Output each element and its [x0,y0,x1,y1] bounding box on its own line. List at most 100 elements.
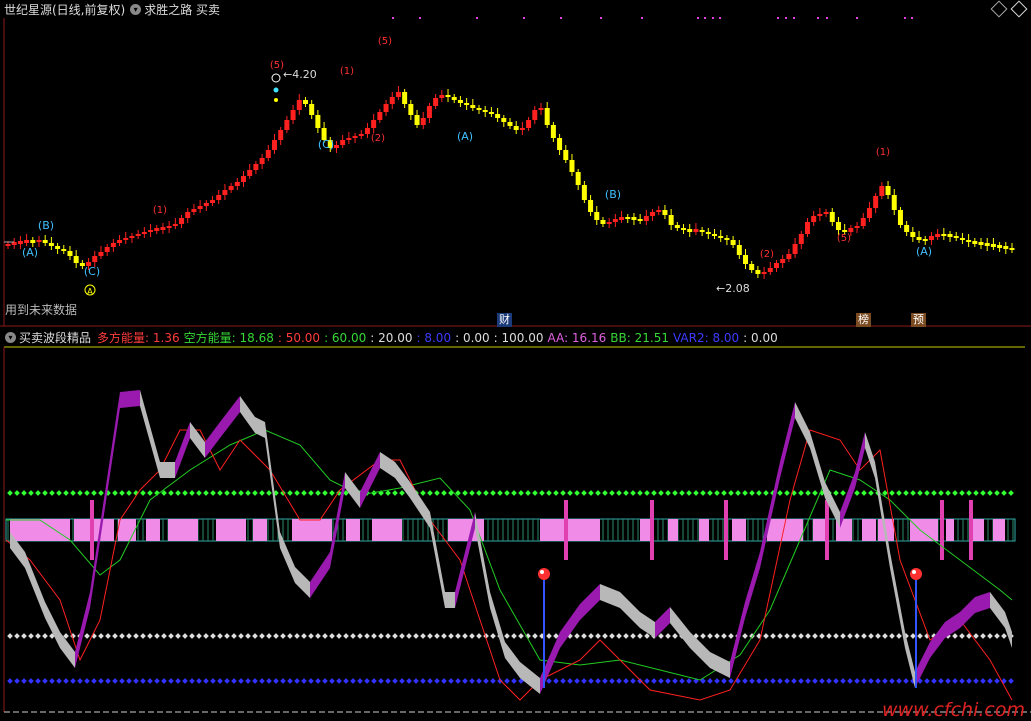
level-8-line [749,678,755,684]
signal-spike [564,500,568,560]
level-60-line [63,490,69,496]
signal-band-pink [910,519,938,541]
level-20-line [322,633,328,639]
level-60-line [518,490,524,496]
level-60-line [385,490,391,496]
level-8-line [784,678,790,684]
level-60-line [973,490,979,496]
level-60-line [490,490,496,496]
oscillator-ribbon-segment [295,567,310,598]
level-60-line [301,490,307,496]
level-8-line [84,678,90,684]
level-60-line [616,490,622,496]
level-20-line [602,633,608,639]
level-8-line [616,678,622,684]
oscillator-ribbon-segment [710,652,730,678]
buy-signal-pin-head [910,568,922,580]
level-20-line [203,633,209,639]
level-60-line [889,490,895,496]
level-20-line [252,633,258,639]
level-60-line [840,490,846,496]
level-8-line [203,678,209,684]
level-20-line [189,633,195,639]
level-60-line [315,490,321,496]
level-8-line [476,678,482,684]
level-8-line [1008,678,1014,684]
level-8-line [952,678,958,684]
level-8-line [119,678,125,684]
oscillator-ribbon-segment [505,642,520,678]
signal-spike [90,500,94,560]
level-60-line [497,490,503,496]
level-60-line [294,490,300,496]
level-8-line [770,678,776,684]
level-20-line [462,633,468,639]
level-60-line [182,490,188,496]
level-60-line [938,490,944,496]
level-60-line [952,490,958,496]
level-20-line [126,633,132,639]
indicator-chart[interactable] [0,0,1031,719]
level-8-line [462,678,468,684]
level-20-line [805,633,811,639]
level-8-line [385,678,391,684]
level-8-line [455,678,461,684]
buy-signal-pin-shine [912,570,916,574]
level-20-line [42,633,48,639]
oscillator-ribbon-segment [490,592,505,658]
level-8-line [371,678,377,684]
level-20-line [819,633,825,639]
level-8-line [105,678,111,684]
oscillator-ribbon-segment [25,552,45,618]
level-20-line [14,633,20,639]
level-20-line [441,633,447,639]
level-60-line [581,490,587,496]
oscillator-ribbon-segment [670,607,690,648]
level-20-line [665,633,671,639]
level-8-line [588,678,594,684]
level-60-line [763,490,769,496]
level-8-line [938,678,944,684]
signal-band-pink [216,519,246,541]
level-8-line [602,678,608,684]
oscillator-ribbon-segment [45,602,60,648]
level-8-line [672,678,678,684]
level-8-line [308,678,314,684]
level-8-line [812,678,818,684]
level-8-line [994,678,1000,684]
level-60-line [259,490,265,496]
level-60-line [231,490,237,496]
oscillator-ribbon-segment [810,432,825,498]
signal-band-pink [813,519,827,541]
level-20-line [490,633,496,639]
level-8-line [224,678,230,684]
signal-band-pink [346,519,360,541]
level-60-line [637,490,643,496]
level-20-line [616,633,622,639]
level-8-line [630,678,636,684]
level-20-line [210,633,216,639]
level-20-line [889,633,895,639]
level-60-line [434,490,440,496]
level-8-line [504,678,510,684]
level-8-line [707,678,713,684]
level-8-line [924,678,930,684]
oscillator-ribbon-segment [745,552,760,618]
level-8-line [28,678,34,684]
level-8-line [238,678,244,684]
level-8-line [77,678,83,684]
level-20-line [28,633,34,639]
level-60-line [28,490,34,496]
level-60-line [245,490,251,496]
level-60-line [448,490,454,496]
oscillator-ribbon-segment [360,452,380,508]
level-20-line [784,633,790,639]
oscillator-ribbon-segment [520,662,540,694]
level-60-line [903,490,909,496]
level-60-line [140,490,146,496]
level-8-line [112,678,118,684]
oscillator-ribbon-segment [190,422,205,458]
level-8-line [511,678,517,684]
level-60-line [392,490,398,496]
level-20-line [707,633,713,639]
